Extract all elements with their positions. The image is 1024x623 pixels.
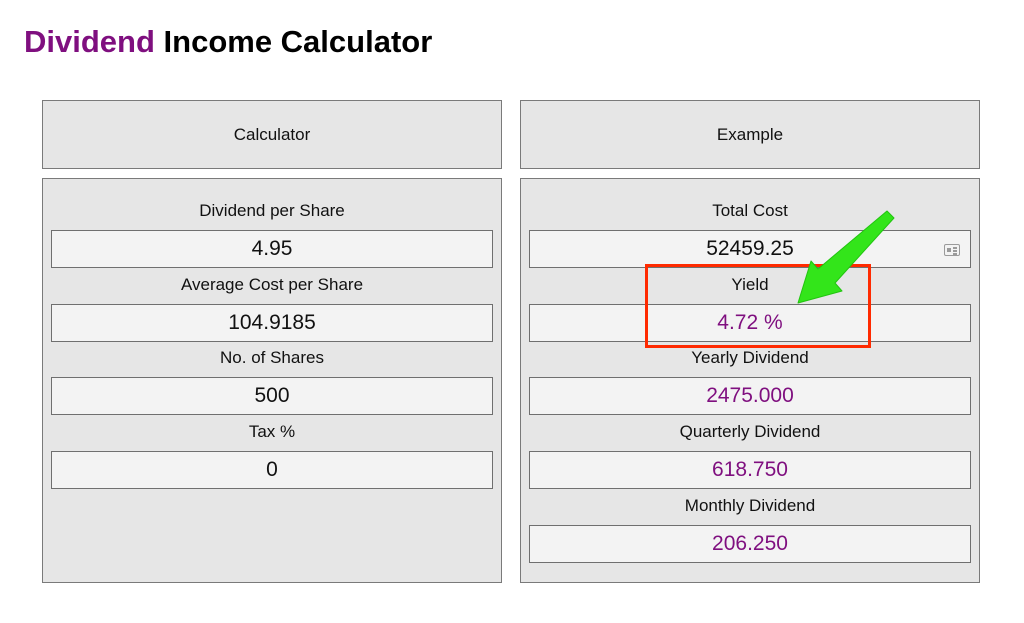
average-cost-per-share-field: Average Cost per Share 104.9185 [43, 274, 501, 342]
quarterly-dividend-field: Quarterly Dividend 618.750 [521, 421, 979, 489]
example-panel: Total Cost 52459.25 Yield 4.72 % Yearly … [520, 178, 980, 583]
total-cost-label: Total Cost [712, 201, 788, 220]
dividend-per-share-label: Dividend per Share [199, 201, 345, 220]
monthly-dividend-field: Monthly Dividend 206.250 [521, 495, 979, 563]
yearly-dividend-label: Yearly Dividend [691, 348, 809, 367]
contact-card-icon[interactable] [944, 244, 960, 256]
monthly-dividend-label: Monthly Dividend [684, 496, 816, 515]
number-of-shares-field: No. of Shares 500 [43, 347, 501, 415]
calculator-header-label: Calculator [233, 124, 311, 144]
dividend-per-share-field: Dividend per Share 4.95 [43, 200, 501, 268]
number-of-shares-label: No. of Shares [220, 348, 324, 367]
yearly-dividend-output: 2475.000 [529, 377, 971, 415]
example-header-label: Example [716, 124, 784, 144]
average-cost-per-share-input[interactable]: 104.9185 [51, 304, 493, 342]
green-arrow-icon [797, 210, 895, 304]
calculator-header: Calculator [42, 100, 502, 169]
monthly-dividend-output: 206.250 [529, 525, 971, 563]
tax-percent-field: Tax % 0 [43, 421, 501, 489]
page: Dividend Income Calculator Calculator Di… [0, 0, 1024, 623]
quarterly-dividend-output: 618.750 [529, 451, 971, 489]
total-cost-input[interactable]: 52459.25 [529, 230, 971, 268]
quarterly-dividend-label: Quarterly Dividend [679, 422, 821, 441]
page-title-accent: Dividend [24, 24, 155, 59]
yearly-dividend-field: Yearly Dividend 2475.000 [521, 347, 979, 415]
page-title-rest: Income Calculator [163, 24, 433, 59]
average-cost-per-share-label: Average Cost per Share [180, 275, 364, 294]
example-header: Example [520, 100, 980, 169]
number-of-shares-input[interactable]: 500 [51, 377, 493, 415]
tax-percent-label: Tax % [248, 422, 296, 441]
tax-percent-input[interactable]: 0 [51, 451, 493, 489]
calculator-panel: Dividend per Share 4.95 Average Cost per… [42, 178, 502, 583]
page-title: Dividend Income Calculator [24, 20, 432, 64]
dividend-per-share-input[interactable]: 4.95 [51, 230, 493, 268]
total-cost-field: Total Cost 52459.25 [521, 200, 979, 268]
